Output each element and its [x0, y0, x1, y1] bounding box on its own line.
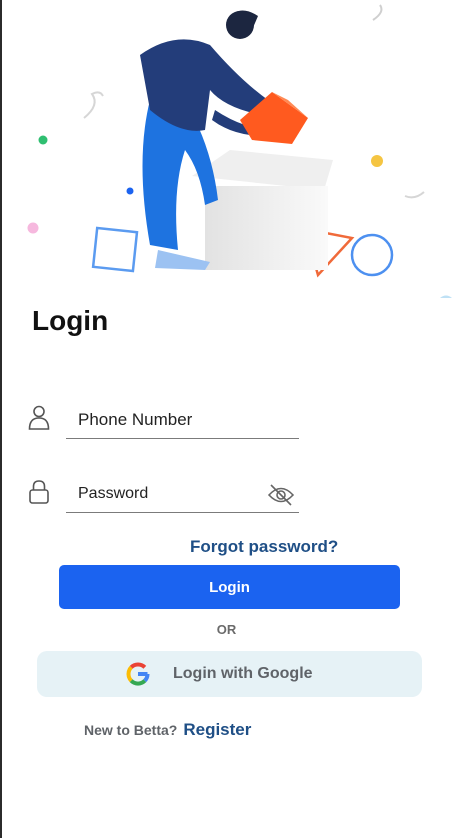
hero-illustration — [27, 4, 452, 298]
page-title: Login — [32, 305, 109, 336]
or-divider: OR — [216, 622, 237, 637]
register-link[interactable]: Register — [183, 720, 251, 739]
google-login-button[interactable]: Login with Google — [37, 651, 422, 697]
google-logo-icon — [126, 662, 150, 686]
phone-input[interactable] — [66, 403, 256, 437]
signup-prompt: New to Betta? Register — [84, 720, 251, 740]
signup-question: New to Betta? — [84, 722, 178, 738]
password-field — [66, 477, 299, 513]
forgot-password-link[interactable]: Forgot password? — [190, 537, 338, 557]
phone-field — [66, 403, 299, 439]
google-login-label: Login with Google — [173, 665, 313, 682]
login-button[interactable]: Login — [59, 565, 400, 609]
lock-icon — [29, 480, 49, 504]
eye-off-icon[interactable] — [267, 483, 295, 507]
user-icon — [28, 405, 50, 430]
password-input[interactable] — [66, 477, 256, 511]
